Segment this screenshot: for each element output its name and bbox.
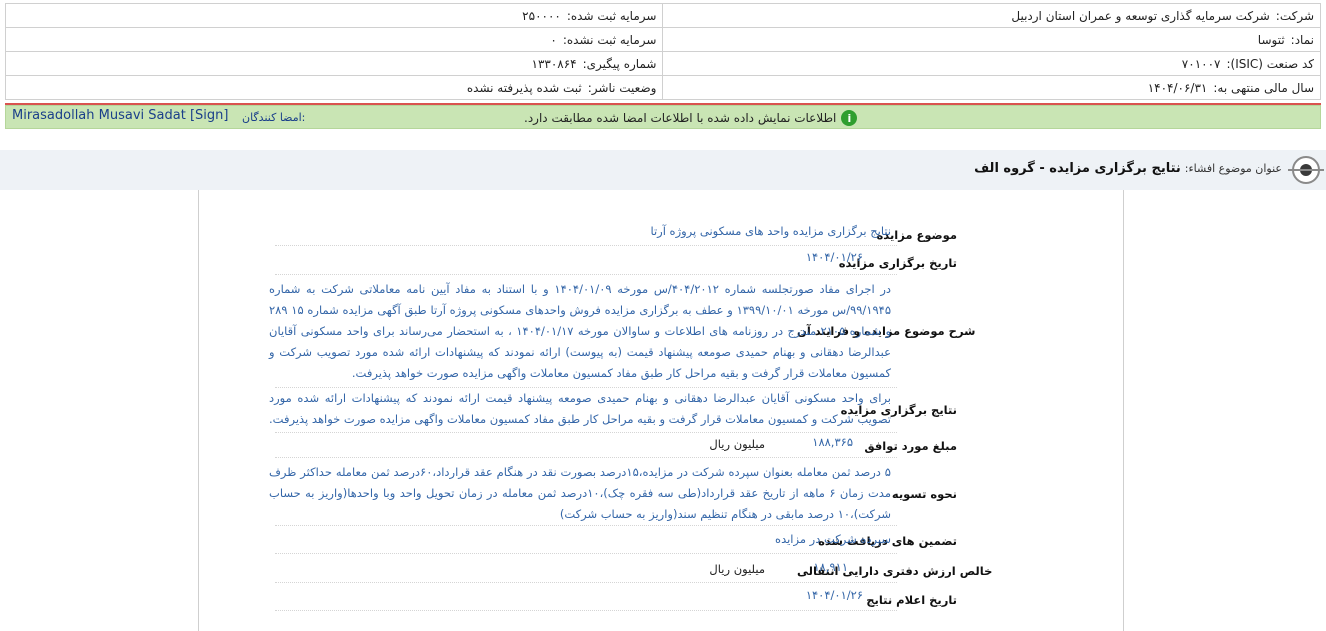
- capital-unregistered-label: سرمایه ثبت نشده:: [562, 32, 657, 47]
- fiscal-year-label: سال مالی منتهی به:: [1213, 80, 1314, 95]
- signers-label: امضا کنندگان:: [242, 111, 306, 124]
- isic-label: کد صنعت (ISIC):: [1226, 56, 1314, 71]
- info-check-icon: i: [841, 110, 858, 126]
- capital-unregistered-cell: سرمایه ثبت نشده: ۰: [4, 27, 664, 52]
- company-cell: شرکت: شرکت سرمایه گذاری توسعه و عمران اس…: [662, 3, 1321, 28]
- description-value: در اجرای مفاد صورتجلسه شماره ۴۰۴/۲۰۱۲/س …: [269, 282, 892, 380]
- agreed-amount-unit: میلیون ریال: [709, 437, 765, 451]
- subject-title: نتایج برگزاری مزایده - گروه الف: [974, 161, 1181, 176]
- target-icon: [1288, 156, 1324, 184]
- tracking-label: شماره پیگیری:: [582, 56, 657, 71]
- publisher-status-value: ثبت شده پذیرفته نشده: [466, 80, 582, 95]
- tracking-cell: شماره پیگیری: ۱۳۳۰۸۶۴: [4, 51, 664, 76]
- symbol-label: نماد:: [1290, 32, 1314, 47]
- signature-bar: Mirasadollah Musavi Sadat [Sign] امضا کن…: [5, 105, 1321, 129]
- company-label: شرکت:: [1275, 8, 1314, 23]
- symbol-cell: نماد: ثتوسا: [662, 27, 1321, 52]
- isic-cell: کد صنعت (ISIC): ۷۰۱۰۰۷: [662, 51, 1321, 76]
- subject-text: عنوان موضوع افشاء: نتایج برگزاری مزایده …: [974, 161, 1282, 176]
- capital-registered-value: ۲۵۰۰۰۰: [522, 8, 561, 23]
- held-date-value: ۱۴۰۴/۰۱/۲۶: [805, 250, 863, 264]
- book-value-value: ۱۸,۹۱۱: [813, 560, 848, 574]
- row-separator: [275, 245, 897, 246]
- publisher-status-cell: وضعیت ناشر: ثبت شده پذیرفته نشده: [4, 75, 664, 100]
- company-value: شرکت سرمایه گذاری توسعه و عمران استان ار…: [1011, 8, 1270, 23]
- capital-registered-cell: سرمایه ثبت شده: ۲۵۰۰۰۰: [4, 3, 664, 28]
- subject-label: عنوان موضوع افشاء:: [1184, 162, 1282, 175]
- row-separator: [275, 525, 897, 526]
- row-separator: [275, 457, 897, 458]
- fiscal-year-cell: سال مالی منتهی به: ۱۴۰۴/۰۶/۳۱: [662, 75, 1321, 100]
- isic-value: ۷۰۱۰۰۷: [1181, 56, 1221, 71]
- row-separator: [275, 610, 897, 611]
- row-separator: [275, 553, 897, 554]
- verify-message: i اطلاعات نمایش داده شده با اطلاعات امضا…: [524, 110, 858, 126]
- results-value: برای واحد مسکونی آقایان عبدالرضا دهقانی …: [269, 391, 891, 426]
- capital-unregistered-value: ۰: [550, 32, 557, 47]
- publisher-status-label: وضعیت ناشر:: [587, 80, 657, 95]
- details-panel: موضوع مزایده نتایج برگزاری مزایده واحد ه…: [198, 190, 1124, 631]
- agreed-amount-value: ۱۸۸,۳۶۵: [812, 435, 853, 449]
- symbol-value: ثتوسا: [1257, 32, 1285, 47]
- fiscal-year-value: ۱۴۰۴/۰۶/۳۱: [1147, 80, 1208, 95]
- book-value-unit: میلیون ریال: [709, 562, 765, 576]
- announce-date-value: ۱۴۰۴/۰۱/۲۶: [805, 588, 863, 602]
- row-separator: [275, 582, 897, 583]
- verify-message-text: اطلاعات نمایش داده شده با اطلاعات امضا ش…: [524, 111, 837, 125]
- capital-registered-label: سرمایه ثبت شده:: [566, 8, 657, 23]
- guarantees-value: سپرده شرکت در مزایده: [775, 532, 891, 546]
- settlement-value: ۵ درصد ثمن معامله بعنوان سپرده شرکت در م…: [269, 465, 891, 521]
- topic-value: نتایج برگزاری مزایده واحد های مسکونی پرو…: [650, 224, 891, 238]
- tracking-value: ۱۳۳۰۸۶۴: [531, 56, 577, 71]
- subject-header: عنوان موضوع افشاء: نتایج برگزاری مزایده …: [0, 150, 1326, 190]
- row-separator: [275, 432, 897, 433]
- company-info-table: شرکت: شرکت سرمایه گذاری توسعه و عمران اس…: [4, 3, 1321, 100]
- row-separator: [275, 274, 897, 275]
- signer-name[interactable]: Mirasadollah Musavi Sadat [Sign]: [12, 108, 228, 123]
